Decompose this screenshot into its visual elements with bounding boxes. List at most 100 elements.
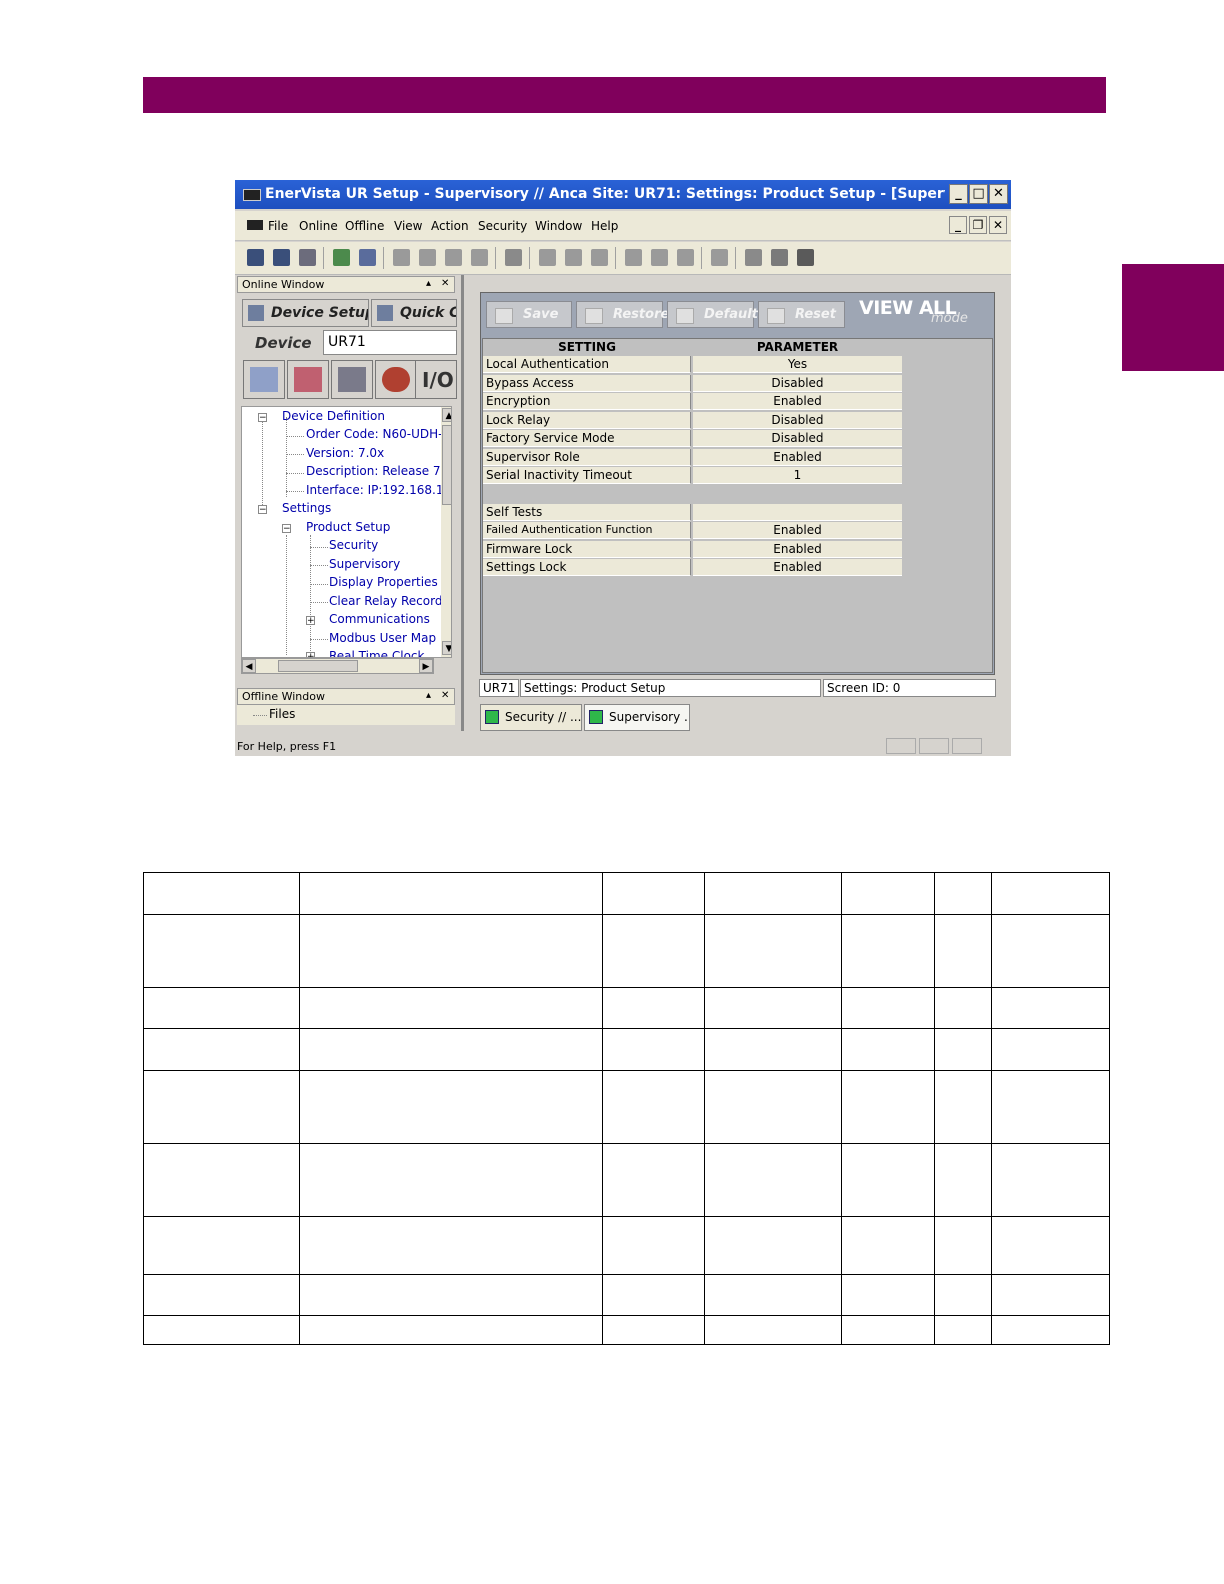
window-title: EnerVista UR Setup - Supervisory // Anca… — [265, 186, 945, 202]
menu-action[interactable]: Action — [431, 219, 469, 233]
tree-item-product-setup[interactable]: Product Setup — [306, 520, 390, 534]
menu-online[interactable]: Online — [299, 219, 338, 233]
table-row[interactable]: Supervisor Role Enabled — [483, 449, 903, 466]
tile-icon[interactable] — [651, 249, 668, 266]
close-icon[interactable]: ✕ — [441, 278, 449, 289]
tree-item-version[interactable]: Version: 7.0x — [306, 446, 384, 460]
phasor-button[interactable] — [375, 360, 417, 399]
reset-button[interactable]: Reset — [758, 301, 845, 328]
default-button[interactable]: Default — [667, 301, 758, 328]
scroll-up-icon[interactable]: ▲ — [442, 408, 451, 422]
table-row[interactable]: Lock Relay Disabled — [483, 412, 903, 429]
table-row[interactable]: Self Tests — [483, 504, 903, 521]
zoom-icon[interactable] — [539, 249, 556, 266]
table-row — [143, 1143, 1110, 1217]
table-row — [143, 1070, 1110, 1144]
tab-device-setup[interactable]: Device Setup — [242, 299, 369, 327]
maximize-button[interactable]: □ — [969, 184, 988, 204]
device-field[interactable]: UR71 — [323, 330, 457, 355]
preview-icon[interactable] — [711, 249, 728, 266]
open-icon[interactable] — [247, 249, 264, 266]
tree-item-interface[interactable]: Interface: IP:192.168.1 — [306, 483, 443, 497]
table-row[interactable]: Encryption Enabled — [483, 393, 903, 410]
save-icon[interactable] — [273, 249, 290, 266]
font-icon[interactable] — [797, 249, 814, 266]
table-row[interactable]: Serial Inactivity Timeout 1 — [483, 467, 903, 484]
close-button[interactable]: ✕ — [989, 184, 1008, 204]
tree-item-real-time-clock[interactable]: Real Time Clock — [329, 649, 424, 657]
device-row: Device UR71 — [241, 330, 457, 356]
table-row[interactable]: Bypass Access Disabled — [483, 375, 903, 392]
collapse-icon[interactable]: − — [258, 505, 267, 515]
tree-item-files[interactable]: Files — [269, 707, 295, 721]
table-row — [143, 1274, 1110, 1316]
convert-icon[interactable] — [471, 249, 488, 266]
compare-icon[interactable] — [445, 249, 462, 266]
close-icon[interactable]: ✕ — [441, 690, 449, 701]
table-row[interactable]: Settings Lock Enabled — [483, 559, 903, 576]
settings-icon — [250, 367, 278, 392]
tree-item-order-code[interactable]: Order Code: N60-UDH- — [306, 427, 442, 441]
scroll-left-icon[interactable]: ◀ — [242, 659, 256, 673]
scroll-down-icon[interactable]: ▼ — [442, 641, 451, 655]
tree-item-device-definition[interactable]: Device Definition — [282, 409, 385, 423]
scroll-right-icon[interactable]: ▶ — [419, 659, 433, 673]
antenna-icon[interactable] — [771, 249, 788, 266]
records-button[interactable] — [331, 360, 373, 399]
menu-file[interactable]: File — [268, 219, 288, 233]
arrange-icon[interactable] — [677, 249, 694, 266]
connect-icon[interactable] — [333, 249, 350, 266]
collapse-icon[interactable]: − — [282, 524, 291, 534]
splitter[interactable] — [461, 275, 464, 731]
hscroll-thumb[interactable] — [278, 660, 358, 672]
pin-icon[interactable]: ▴ — [426, 278, 431, 289]
tools-icon[interactable] — [745, 249, 762, 266]
tree-item-display-properties[interactable]: Display Properties — [329, 575, 438, 589]
pin-icon[interactable]: ▴ — [426, 690, 431, 701]
menu-window[interactable]: Window — [535, 219, 582, 233]
menu-view[interactable]: View — [394, 219, 422, 233]
save-button[interactable]: Save — [486, 301, 572, 328]
menu-offline[interactable]: Offline — [345, 219, 384, 233]
table-row[interactable]: Factory Service Mode Disabled — [483, 430, 903, 447]
download-icon[interactable] — [419, 249, 436, 266]
tree-item-clear-relay-records[interactable]: Clear Relay Record — [329, 594, 442, 608]
tree-item-security[interactable]: Security — [329, 538, 378, 552]
restore-button[interactable]: Restore — [576, 301, 669, 328]
table-row[interactable]: Failed Authentication Function Enabled — [483, 522, 903, 539]
menu-security[interactable]: Security — [478, 219, 527, 233]
device-settings-button[interactable] — [243, 360, 285, 399]
tree-item-description[interactable]: Description: Release 7 — [306, 464, 441, 478]
play-icon[interactable] — [565, 249, 582, 266]
tree-item-communications[interactable]: Communications — [329, 612, 430, 626]
tree-item-settings[interactable]: Settings — [282, 501, 331, 515]
tree-hscrollbar[interactable]: ◀ ▶ — [241, 658, 434, 674]
minimize-button[interactable]: _ — [949, 184, 968, 204]
refresh-icon[interactable] — [359, 249, 376, 266]
oscillography-button[interactable] — [287, 360, 329, 399]
scroll-thumb[interactable] — [442, 425, 451, 505]
status-pane — [952, 738, 982, 754]
default-icon — [676, 308, 694, 324]
tab-quick-connect[interactable]: Quick Co — [371, 299, 457, 327]
io-button[interactable]: I/O — [415, 360, 457, 399]
menu-help[interactable]: Help — [591, 219, 618, 233]
mdi-close-button[interactable]: ✕ — [989, 216, 1007, 234]
expand-icon[interactable]: + — [306, 616, 315, 626]
cascade-icon[interactable] — [625, 249, 642, 266]
window-tab-security[interactable]: Security // ... — [480, 704, 582, 731]
tree-scrollbar[interactable]: ▲ ▼ — [441, 407, 451, 657]
stop-icon[interactable] — [591, 249, 608, 266]
table-row[interactable]: Firmware Lock Enabled — [483, 541, 903, 558]
print-icon[interactable] — [299, 249, 316, 266]
save-icon — [495, 308, 513, 324]
edit-icon[interactable] — [505, 249, 522, 266]
collapse-icon[interactable]: − — [258, 413, 267, 423]
tree-item-supervisory[interactable]: Supervisory — [329, 557, 400, 571]
upload-icon[interactable] — [393, 249, 410, 266]
mdi-restore-button[interactable]: ❐ — [969, 216, 987, 234]
table-row[interactable]: Local Authentication Yes — [483, 356, 903, 373]
mdi-minimize-button[interactable]: _ — [949, 216, 967, 234]
tree-item-modbus-user-map[interactable]: Modbus User Map — [329, 631, 436, 645]
window-tab-supervisory[interactable]: Supervisory ... — [584, 704, 690, 731]
